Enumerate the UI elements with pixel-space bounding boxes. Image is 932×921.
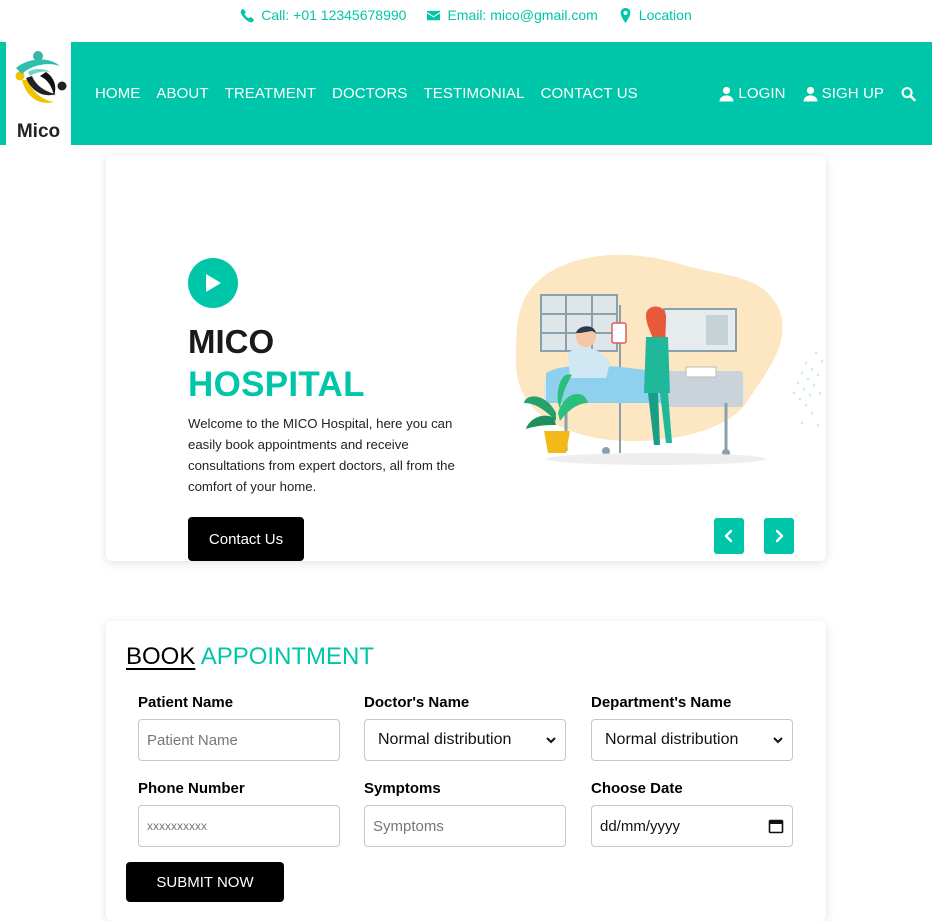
phone-number-field: Phone Number xxxxxxxxxx	[138, 780, 340, 847]
slider-next-button[interactable]	[764, 518, 794, 554]
hero-description: Welcome to the MICO Hospital, here you c…	[188, 416, 455, 494]
email-text: Email: mico@gmail.com	[447, 7, 598, 23]
symptoms-input[interactable]: Symptoms	[364, 805, 566, 847]
patient-name-placeholder: Patient Name	[147, 731, 238, 749]
play-button[interactable]	[188, 258, 238, 308]
calendar-icon[interactable]	[768, 818, 784, 834]
patient-name-field: Patient Name Patient Name	[138, 694, 340, 761]
patient-name-input[interactable]: Patient Name	[138, 719, 340, 761]
hero-title-line1: MICO	[188, 323, 275, 360]
phone-icon	[240, 8, 255, 22]
main-nav: HOME ABOUT TREATMENT DOCTORS TESTIMONIAL…	[95, 42, 638, 145]
main-header: Mico HOME ABOUT TREATMENT DOCTORS TESTIM…	[0, 42, 932, 145]
brand-name: Mico	[16, 121, 61, 142]
choose-date-placeholder: dd/mm/yyyy	[600, 817, 681, 835]
book-appointment-heading: BOOK APPOINTMENT	[126, 643, 374, 671]
doctor-name-field: Doctor's Name Normal distribution	[364, 694, 566, 761]
envelope-icon	[427, 10, 441, 20]
slider-prev-button[interactable]	[714, 518, 744, 554]
choose-date-field: Choose Date dd/mm/yyyy	[591, 780, 793, 847]
phone-number-label: Phone Number	[138, 780, 245, 797]
choose-date-input[interactable]: dd/mm/yyyy	[591, 805, 793, 847]
nav-testimonial[interactable]: TESTIMONIAL	[423, 85, 524, 102]
hero-slider: MICO HOSPITAL Welcome to the MICO Hospit…	[106, 155, 826, 561]
signup-label: SIGH UP	[821, 85, 884, 102]
user-icon	[803, 86, 818, 101]
logo-icon	[15, 51, 66, 103]
department-value: Normal distribution	[605, 731, 739, 748]
call-link[interactable]: Call: +01 12345678990	[240, 7, 406, 23]
submit-button[interactable]: SUBMIT NOW	[126, 862, 284, 902]
chevron-right-icon	[775, 529, 784, 543]
nav-home[interactable]: HOME	[95, 85, 140, 102]
contact-us-button[interactable]: Contact Us	[188, 517, 304, 561]
logo[interactable]: Mico	[6, 42, 71, 145]
nav-doctors[interactable]: DOCTORS	[332, 85, 407, 102]
department-field: Department's Name Normal distribution	[591, 694, 793, 761]
heading-part2: APPOINTMENT	[200, 643, 375, 670]
phone-number-placeholder: xxxxxxxxxx	[147, 819, 207, 833]
heading-part1: BOOK	[126, 643, 196, 670]
choose-date-label: Choose Date	[591, 780, 683, 797]
phone-number-input[interactable]: xxxxxxxxxx	[138, 805, 340, 847]
call-text: Call: +01 12345678990	[261, 7, 407, 23]
symptoms-placeholder: Symptoms	[373, 817, 444, 835]
map-pin-icon	[620, 7, 631, 23]
location-text: Location	[638, 7, 692, 23]
nav-contact-us[interactable]: CONTACT US	[541, 85, 638, 102]
email-link[interactable]: Email: mico@gmail.com	[426, 7, 598, 23]
nav-about[interactable]: ABOUT	[156, 85, 208, 102]
login-link[interactable]: LOGIN	[719, 85, 786, 102]
location-link[interactable]: Location	[618, 7, 692, 23]
play-icon	[206, 274, 221, 292]
doctor-name-select[interactable]: Normal distribution	[364, 719, 566, 761]
chevron-down-icon	[546, 737, 556, 744]
book-appointment-form: BOOK APPOINTMENT Patient Name Patient Na…	[106, 621, 826, 921]
chevron-down-icon	[773, 737, 783, 744]
department-label: Department's Name	[591, 694, 732, 711]
search-icon	[901, 86, 916, 101]
nav-treatment[interactable]: TREATMENT	[225, 85, 316, 102]
signup-link[interactable]: SIGH UP	[803, 85, 884, 102]
user-icon	[719, 86, 734, 101]
patient-name-label: Patient Name	[138, 694, 234, 711]
symptoms-field: Symptoms Symptoms	[364, 780, 566, 847]
doctor-name-value: Normal distribution	[378, 731, 512, 748]
login-label: LOGIN	[738, 85, 786, 102]
doctor-name-label: Doctor's Name	[364, 694, 470, 711]
top-contact-bar: Call: +01 12345678990 Email: mico@gmail.…	[0, 0, 932, 30]
search-button[interactable]	[901, 86, 916, 102]
hero-title-line2: HOSPITAL	[188, 365, 365, 404]
hospital-illustration	[516, 254, 824, 465]
auth-links: LOGIN SIGH UP	[719, 42, 916, 145]
chevron-left-icon	[724, 529, 733, 543]
department-select[interactable]: Normal distribution	[591, 719, 793, 761]
symptoms-label: Symptoms	[364, 780, 441, 797]
